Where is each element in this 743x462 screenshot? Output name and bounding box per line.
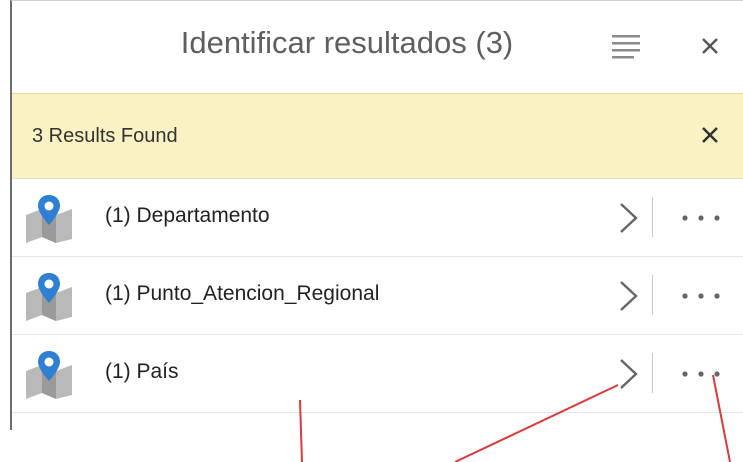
- row-divider: [652, 275, 653, 315]
- results-found-banner: 3 Results Found: [12, 93, 743, 179]
- close-icon[interactable]: [698, 123, 722, 147]
- identify-results-panel: Identificar resultados (3) 3 Results Fou…: [10, 0, 743, 430]
- panel-title: Identificar resultados (3): [180, 25, 514, 60]
- more-options-icon[interactable]: [676, 287, 726, 305]
- result-row-pais[interactable]: (1) País: [12, 335, 743, 413]
- result-layer-label: (1) País: [105, 360, 179, 383]
- row-divider: [652, 353, 653, 393]
- chevron-right-icon[interactable]: [618, 357, 640, 391]
- result-row-punto-atencion-regional[interactable]: (1) Punto_Atencion_Regional: [12, 257, 743, 335]
- results-found-text: 3 Results Found: [32, 125, 178, 147]
- more-options-icon[interactable]: [676, 209, 726, 227]
- map-pin-icon: [26, 351, 72, 399]
- result-row-departamento[interactable]: (1) Departamento: [12, 179, 743, 257]
- map-pin-icon: [26, 195, 72, 243]
- panel-header: Identificar resultados (3): [12, 1, 743, 93]
- chevron-right-icon[interactable]: [618, 279, 640, 313]
- more-options-icon[interactable]: [676, 365, 726, 383]
- result-layer-label: (1) Departamento: [105, 204, 270, 227]
- close-icon[interactable]: [697, 33, 723, 59]
- chevron-right-icon[interactable]: [618, 201, 640, 235]
- map-pin-icon: [26, 273, 72, 321]
- row-divider: [652, 197, 653, 237]
- result-layer-label: (1) Punto_Atencion_Regional: [105, 282, 380, 305]
- hamburger-menu-icon[interactable]: [612, 33, 642, 59]
